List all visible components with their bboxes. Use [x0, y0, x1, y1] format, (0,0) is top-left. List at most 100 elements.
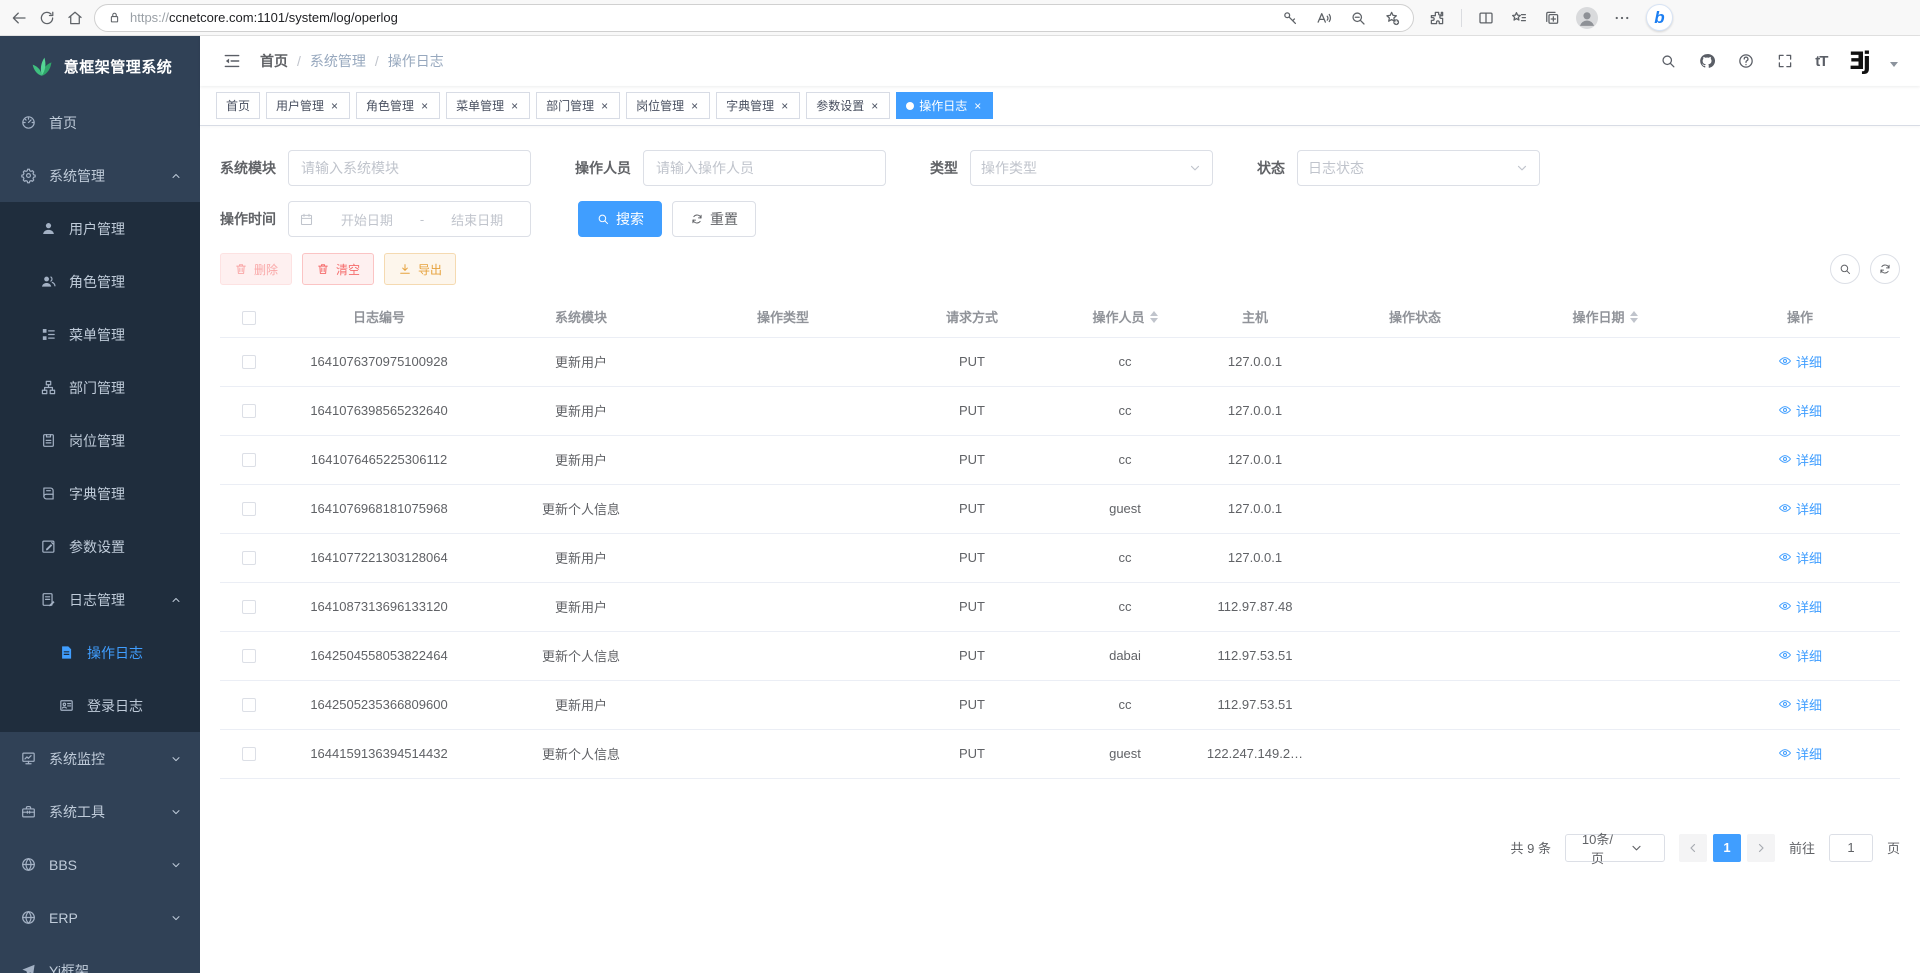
row-checkbox[interactable] — [242, 355, 256, 369]
close-icon[interactable]: × — [869, 99, 880, 113]
select-all-checkbox[interactable] — [242, 311, 256, 325]
favorite-add-icon[interactable] — [1383, 9, 1401, 27]
sidebar-item-param-settings[interactable]: 参数设置 — [0, 520, 200, 573]
url-text[interactable]: https://ccnetcore.com:1101/system/log/op… — [130, 10, 1273, 25]
github-icon[interactable] — [1698, 52, 1716, 70]
favorites-bar-icon[interactable] — [1510, 9, 1528, 27]
table-search-toggle-button[interactable] — [1830, 254, 1860, 284]
extensions-icon[interactable] — [1428, 9, 1446, 27]
detail-link[interactable]: 详细 — [1778, 597, 1822, 616]
detail-link[interactable]: 详细 — [1778, 499, 1822, 518]
breadcrumb-current: 操作日志 — [388, 51, 444, 71]
tab-param-settings[interactable]: 参数设置× — [806, 92, 890, 119]
tab-user-management[interactable]: 用户管理× — [266, 92, 350, 119]
sidebar-item-yi-framework[interactable]: Yi框架 — [0, 944, 200, 973]
sort-caret-icon[interactable] — [1150, 307, 1158, 327]
date-range-picker[interactable]: 开始日期 - 结束日期 — [288, 201, 531, 237]
sidebar-item-dict-management[interactable]: 字典管理 — [0, 467, 200, 520]
sidebar-item-system-management[interactable]: 系统管理 — [0, 149, 200, 202]
user-logo[interactable]: Ǝj — [1848, 49, 1869, 73]
read-aloud-icon[interactable] — [1315, 9, 1333, 27]
search-button[interactable]: 搜索 — [578, 201, 662, 237]
tab-home[interactable]: 首页 — [216, 92, 260, 119]
page-number-1[interactable]: 1 — [1713, 834, 1741, 862]
sidebar-item-home[interactable]: 首页 — [0, 96, 200, 149]
sidebar-item-user-management[interactable]: 用户管理 — [0, 202, 200, 255]
sidebar-item-oper-log[interactable]: 操作日志 — [0, 626, 200, 679]
sidebar-item-system-tools[interactable]: 系统工具 — [0, 785, 200, 838]
page-size-select[interactable]: 10条/页 — [1565, 834, 1665, 862]
sidebar-item-log-management[interactable]: 日志管理 — [0, 573, 200, 626]
collections-icon[interactable] — [1543, 9, 1561, 27]
row-checkbox[interactable] — [242, 502, 256, 516]
delete-button[interactable]: 删除 — [220, 253, 292, 285]
row-checkbox[interactable] — [242, 404, 256, 418]
bing-chat-icon[interactable]: b — [1646, 4, 1673, 31]
tab-post-management[interactable]: 岗位管理× — [626, 92, 710, 119]
table-refresh-button[interactable] — [1870, 254, 1900, 284]
operator-input[interactable] — [643, 150, 886, 186]
close-icon[interactable]: × — [689, 99, 700, 113]
font-size-icon[interactable]: tT — [1815, 53, 1827, 70]
close-icon[interactable]: × — [972, 99, 983, 113]
row-checkbox[interactable] — [242, 649, 256, 663]
sidebar-item-role-management[interactable]: 角色管理 — [0, 255, 200, 308]
sidebar-item-menu-management[interactable]: 菜单管理 — [0, 308, 200, 361]
detail-link[interactable]: 详细 — [1778, 744, 1822, 763]
tab-oper-log[interactable]: 操作日志× — [896, 92, 993, 119]
split-screen-icon[interactable] — [1477, 9, 1495, 27]
goto-page-input[interactable] — [1829, 834, 1873, 862]
sidebar-item-dept-management[interactable]: 部门管理 — [0, 361, 200, 414]
browser-home-icon[interactable] — [66, 9, 84, 27]
detail-link[interactable]: 详细 — [1778, 548, 1822, 567]
close-icon[interactable]: × — [329, 99, 340, 113]
detail-link[interactable]: 详细 — [1778, 695, 1822, 714]
header-search-icon[interactable] — [1659, 52, 1677, 70]
password-key-icon[interactable] — [1281, 9, 1299, 27]
browser-refresh-icon[interactable] — [38, 9, 56, 27]
address-bar[interactable]: https://ccnetcore.com:1101/system/log/op… — [94, 4, 1414, 32]
sidebar-toggle-icon[interactable] — [222, 51, 242, 71]
row-checkbox[interactable] — [242, 698, 256, 712]
browser-back-icon[interactable] — [10, 9, 28, 27]
detail-link[interactable]: 详细 — [1778, 401, 1822, 420]
row-checkbox[interactable] — [242, 600, 256, 614]
tab-dict-management[interactable]: 字典管理× — [716, 92, 800, 119]
status-select[interactable]: 日志状态 — [1297, 150, 1540, 186]
sidebar-item-system-monitor[interactable]: 系统监控 — [0, 732, 200, 785]
breadcrumb-home[interactable]: 首页 — [260, 51, 288, 71]
column-header[interactable]: 操作日期 — [1510, 297, 1700, 337]
browser-menu-icon[interactable] — [1613, 9, 1631, 27]
next-page-button[interactable] — [1747, 834, 1775, 862]
browser-profile-avatar[interactable] — [1576, 7, 1598, 29]
module-input[interactable] — [288, 150, 531, 186]
row-checkbox[interactable] — [242, 747, 256, 761]
close-icon[interactable]: × — [509, 99, 520, 113]
export-button[interactable]: 导出 — [384, 253, 456, 285]
user-dropdown-caret-icon[interactable] — [1890, 62, 1898, 71]
sidebar-item-erp[interactable]: ERP — [0, 891, 200, 944]
close-icon[interactable]: × — [599, 99, 610, 113]
sidebar-item-post-management[interactable]: 岗位管理 — [0, 414, 200, 467]
prev-page-button[interactable] — [1679, 834, 1707, 862]
row-checkbox[interactable] — [242, 453, 256, 467]
close-icon[interactable]: × — [419, 99, 430, 113]
help-icon[interactable] — [1737, 52, 1755, 70]
detail-link[interactable]: 详细 — [1778, 450, 1822, 469]
zoom-out-icon[interactable] — [1349, 9, 1367, 27]
sidebar-item-bbs[interactable]: BBS — [0, 838, 200, 891]
row-checkbox[interactable] — [242, 551, 256, 565]
type-select[interactable]: 操作类型 — [970, 150, 1213, 186]
tab-menu-management[interactable]: 菜单管理× — [446, 92, 530, 119]
sidebar-item-login-log[interactable]: 登录日志 — [0, 679, 200, 732]
tab-dept-management[interactable]: 部门管理× — [536, 92, 620, 119]
clear-button[interactable]: 清空 — [302, 253, 374, 285]
detail-link[interactable]: 详细 — [1778, 646, 1822, 665]
fullscreen-icon[interactable] — [1776, 52, 1794, 70]
close-icon[interactable]: × — [779, 99, 790, 113]
tab-role-management[interactable]: 角色管理× — [356, 92, 440, 119]
reset-button[interactable]: 重置 — [672, 201, 756, 237]
column-header[interactable]: 操作人员 — [1060, 297, 1190, 337]
detail-link[interactable]: 详细 — [1778, 352, 1822, 371]
sort-caret-icon[interactable] — [1630, 307, 1638, 327]
